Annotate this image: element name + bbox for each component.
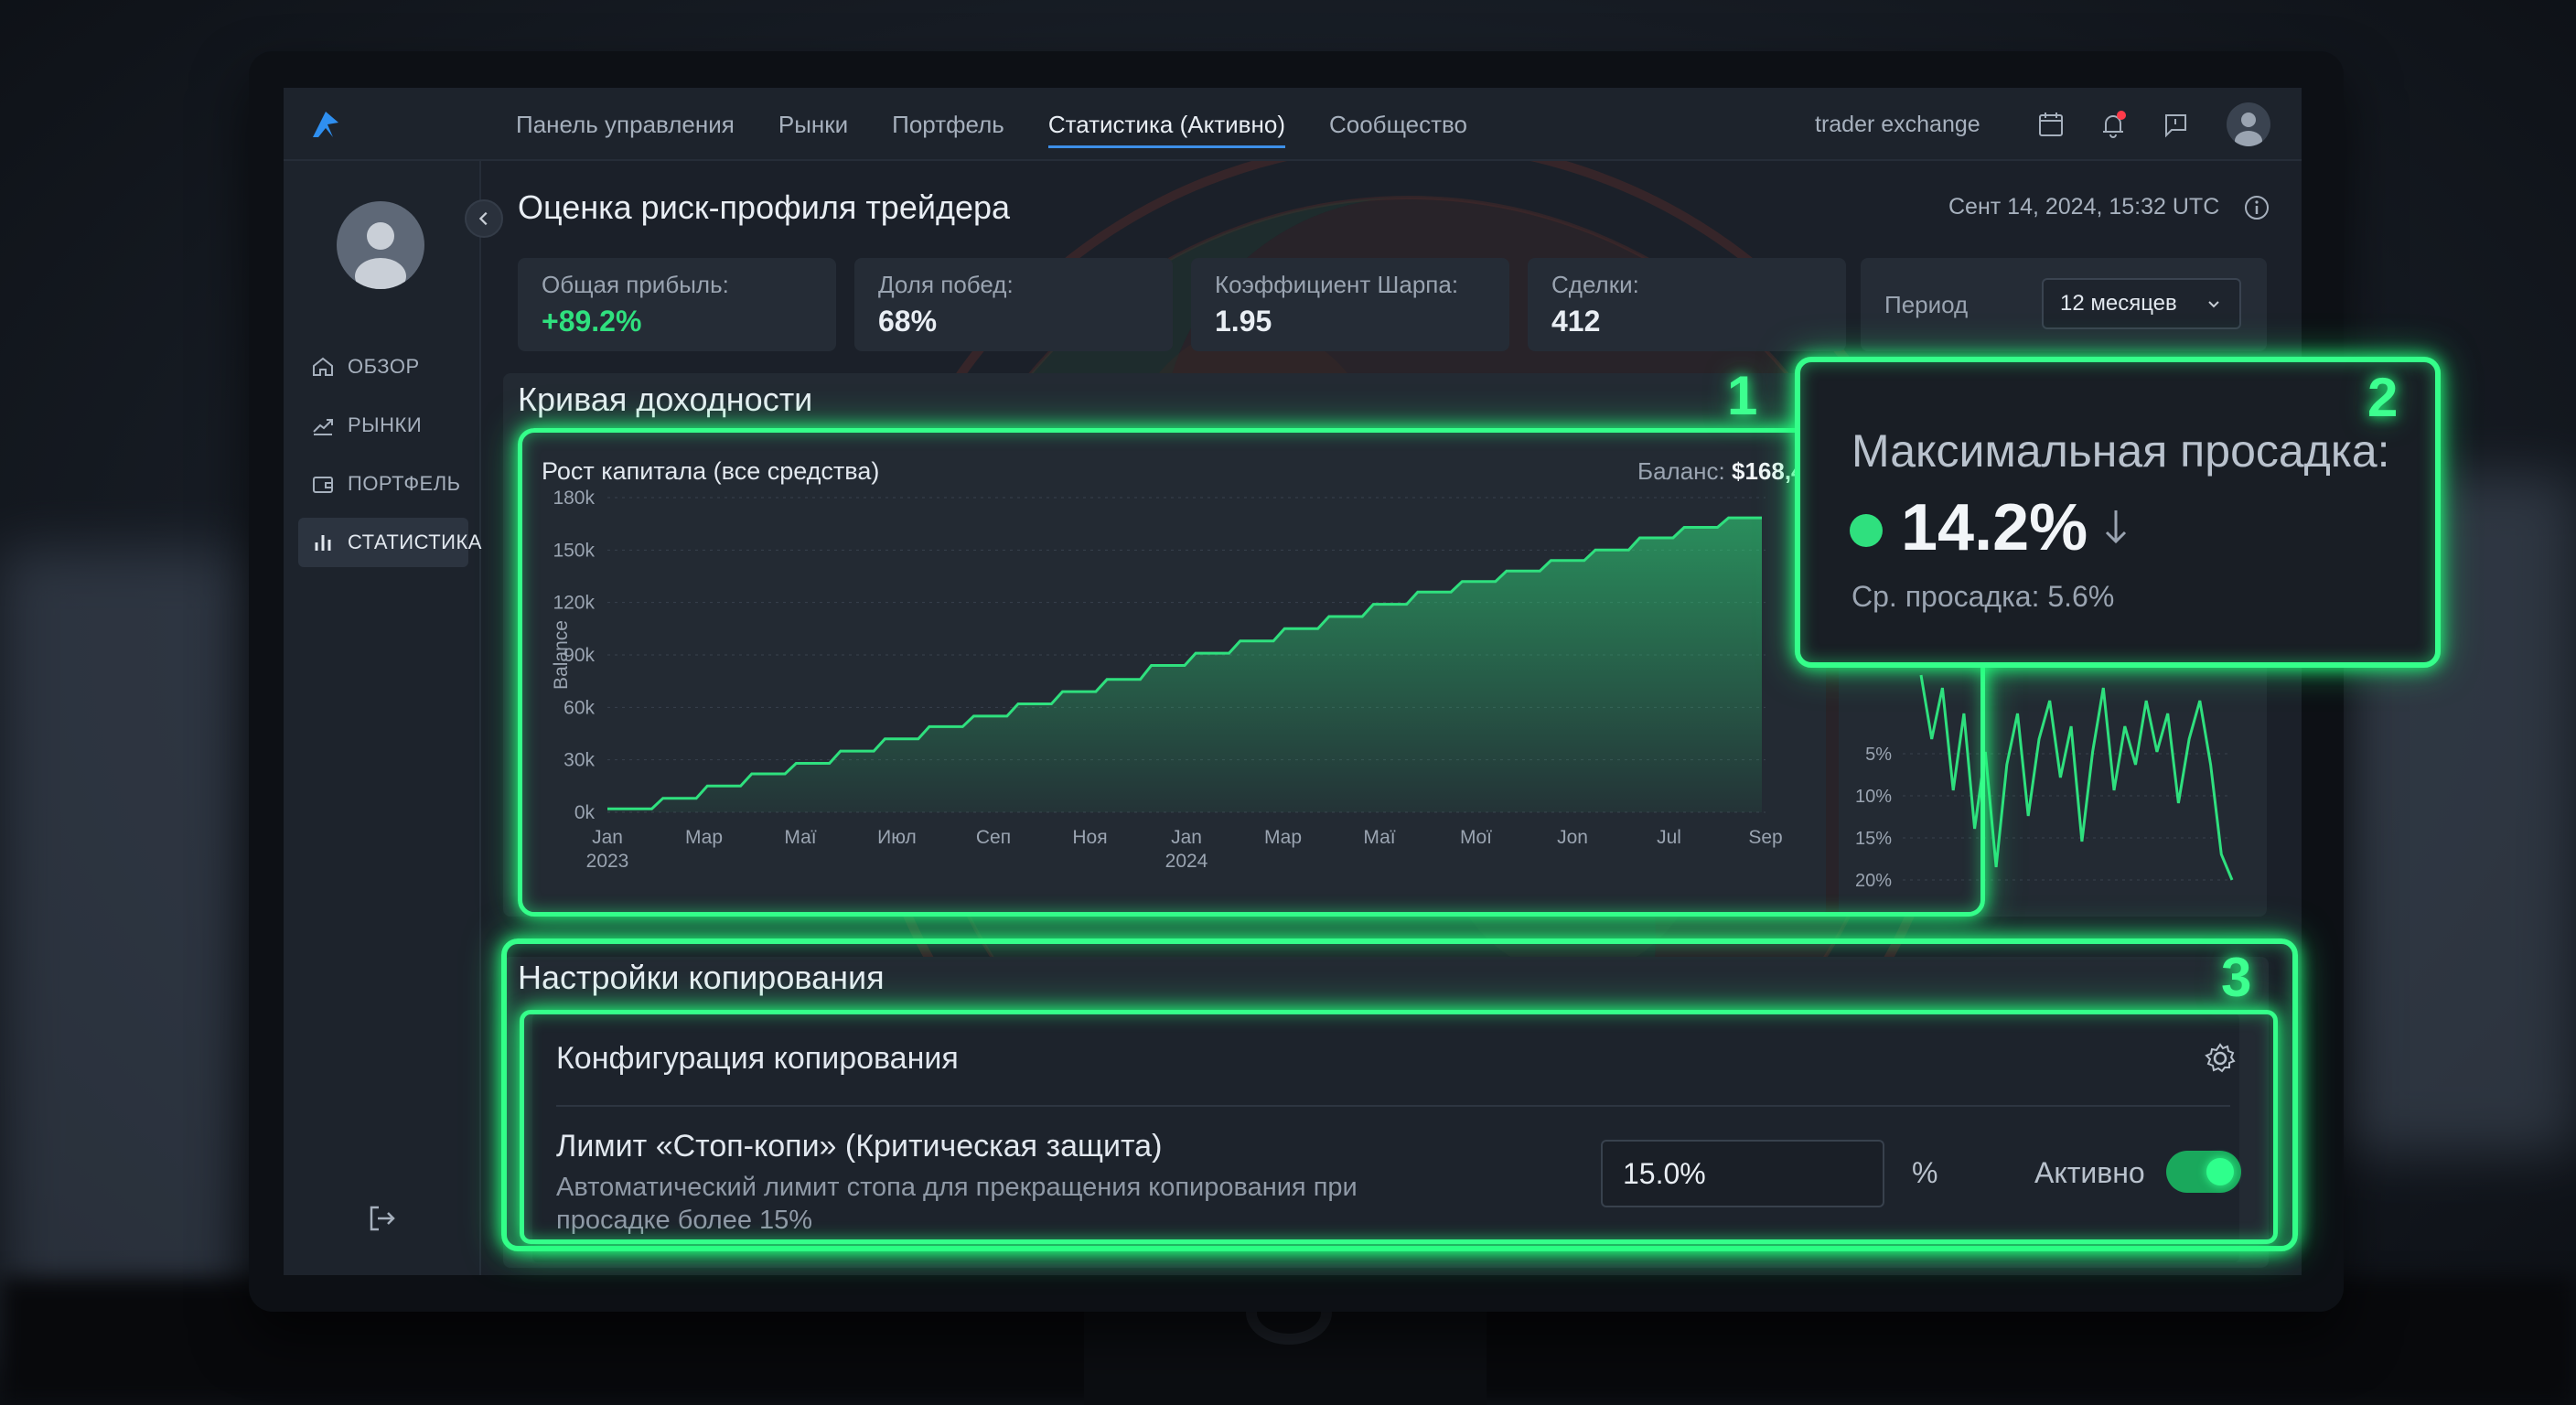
sidebar-item-label: ПОРТФЕЛЬ bbox=[348, 472, 461, 495]
sidebar-item-label: СТАТИСТИКА bbox=[348, 531, 482, 553]
sidebar-item-label: ОБЗОР bbox=[348, 355, 420, 378]
sidebar-item-statistics[interactable]: СТАТИСТИКА bbox=[298, 518, 481, 567]
nav-statistics[interactable]: Статистика (Активно) bbox=[1047, 88, 1286, 161]
bar-chart-icon bbox=[315, 535, 331, 551]
user-avatar[interactable] bbox=[337, 201, 424, 289]
stat-win-rate: Доля побед: 68% bbox=[854, 258, 1173, 351]
datetime-label: Сент 14, 2024, 15:32 UTC bbox=[1948, 194, 2220, 220]
stat-label: Коэффициент Шарпа: bbox=[1215, 271, 1459, 298]
stat-value: 412 bbox=[1551, 305, 1601, 338]
stat-value: 1.95 bbox=[1215, 305, 1272, 338]
chevron-down-icon bbox=[2208, 301, 2219, 308]
calendar-icon[interactable] bbox=[2034, 108, 2067, 141]
user-avatar-small[interactable] bbox=[2227, 102, 2270, 146]
sidebar-item-markets[interactable]: РЫНКИ bbox=[298, 401, 468, 450]
stat-sharpe-ratio: Коэффициент Шарпа: 1.95 bbox=[1191, 258, 1509, 351]
yield-section-title: Кривая доходности bbox=[518, 381, 813, 418]
highlight-badge-2: 2 bbox=[2367, 367, 2399, 428]
period-label: Период bbox=[1884, 291, 1969, 318]
highlight-frame-copy-config bbox=[520, 1010, 2278, 1244]
max-drawdown-title: Максимальная просадка: bbox=[1852, 425, 2390, 477]
arrow-down-icon bbox=[2105, 510, 2127, 544]
highlight-badge-3: 3 bbox=[2221, 947, 2252, 1008]
stat-total-profit: Общая прибыль: +89.2% bbox=[518, 258, 836, 351]
nav-portfolio[interactable]: Портфель bbox=[892, 88, 1004, 161]
nav-community[interactable]: Сообщество bbox=[1329, 88, 1467, 161]
collapse-sidebar-button[interactable] bbox=[465, 199, 503, 238]
wallet-icon bbox=[313, 477, 333, 493]
top-navigation-bar: Панель управления Рынки Портфель Статист… bbox=[284, 88, 2302, 161]
bell-icon[interactable] bbox=[2097, 108, 2130, 141]
stat-label: Сделки: bbox=[1551, 271, 1639, 298]
sidebar-item-overview[interactable]: ОБЗОР bbox=[298, 342, 468, 391]
stat-value: 68% bbox=[878, 305, 938, 338]
highlight-frame-yield bbox=[518, 428, 1985, 917]
period-selected-value: 12 месяцев bbox=[2060, 291, 2177, 316]
app-logo-icon[interactable] bbox=[306, 104, 346, 145]
nav-markets[interactable]: Рынки bbox=[778, 88, 848, 161]
page-title: Оценка риск-профиля трейдера bbox=[518, 188, 1011, 226]
sidebar-item-label: РЫНКИ bbox=[348, 413, 423, 436]
avg-drawdown: Ср. просадка: 5.6% bbox=[1852, 580, 2115, 613]
main-nav: Панель управления Рынки Портфель Статист… bbox=[516, 88, 1467, 161]
trend-icon bbox=[313, 419, 333, 435]
stat-trades: Сделки: 412 bbox=[1528, 258, 1846, 351]
stat-value: +89.2% bbox=[542, 305, 642, 338]
status-dot-icon bbox=[1850, 514, 1883, 547]
chat-icon[interactable] bbox=[2159, 108, 2192, 141]
stat-label: Доля побед: bbox=[878, 271, 1014, 298]
max-drawdown-value: 14.2% bbox=[1901, 491, 2088, 564]
home-icon bbox=[313, 357, 333, 376]
nav-dashboard[interactable]: Панель управления bbox=[516, 88, 735, 161]
sidebar-item-portfolio[interactable]: ПОРТФЕЛЬ bbox=[298, 459, 468, 509]
sidebar: ОБЗОР РЫНКИ ПОРТФЕЛЬ СТАТИСТИКА bbox=[284, 161, 481, 1275]
period-filter: Период 12 месяцев bbox=[1861, 258, 2267, 351]
period-select[interactable]: 12 месяцев bbox=[2042, 278, 2241, 329]
highlight-badge-1: 1 bbox=[1727, 365, 1758, 426]
info-icon[interactable] bbox=[2243, 194, 2270, 221]
stat-label: Общая прибыль: bbox=[542, 271, 729, 298]
logout-icon[interactable] bbox=[364, 1200, 401, 1237]
brand-name: trader exchange bbox=[1815, 112, 1980, 137]
